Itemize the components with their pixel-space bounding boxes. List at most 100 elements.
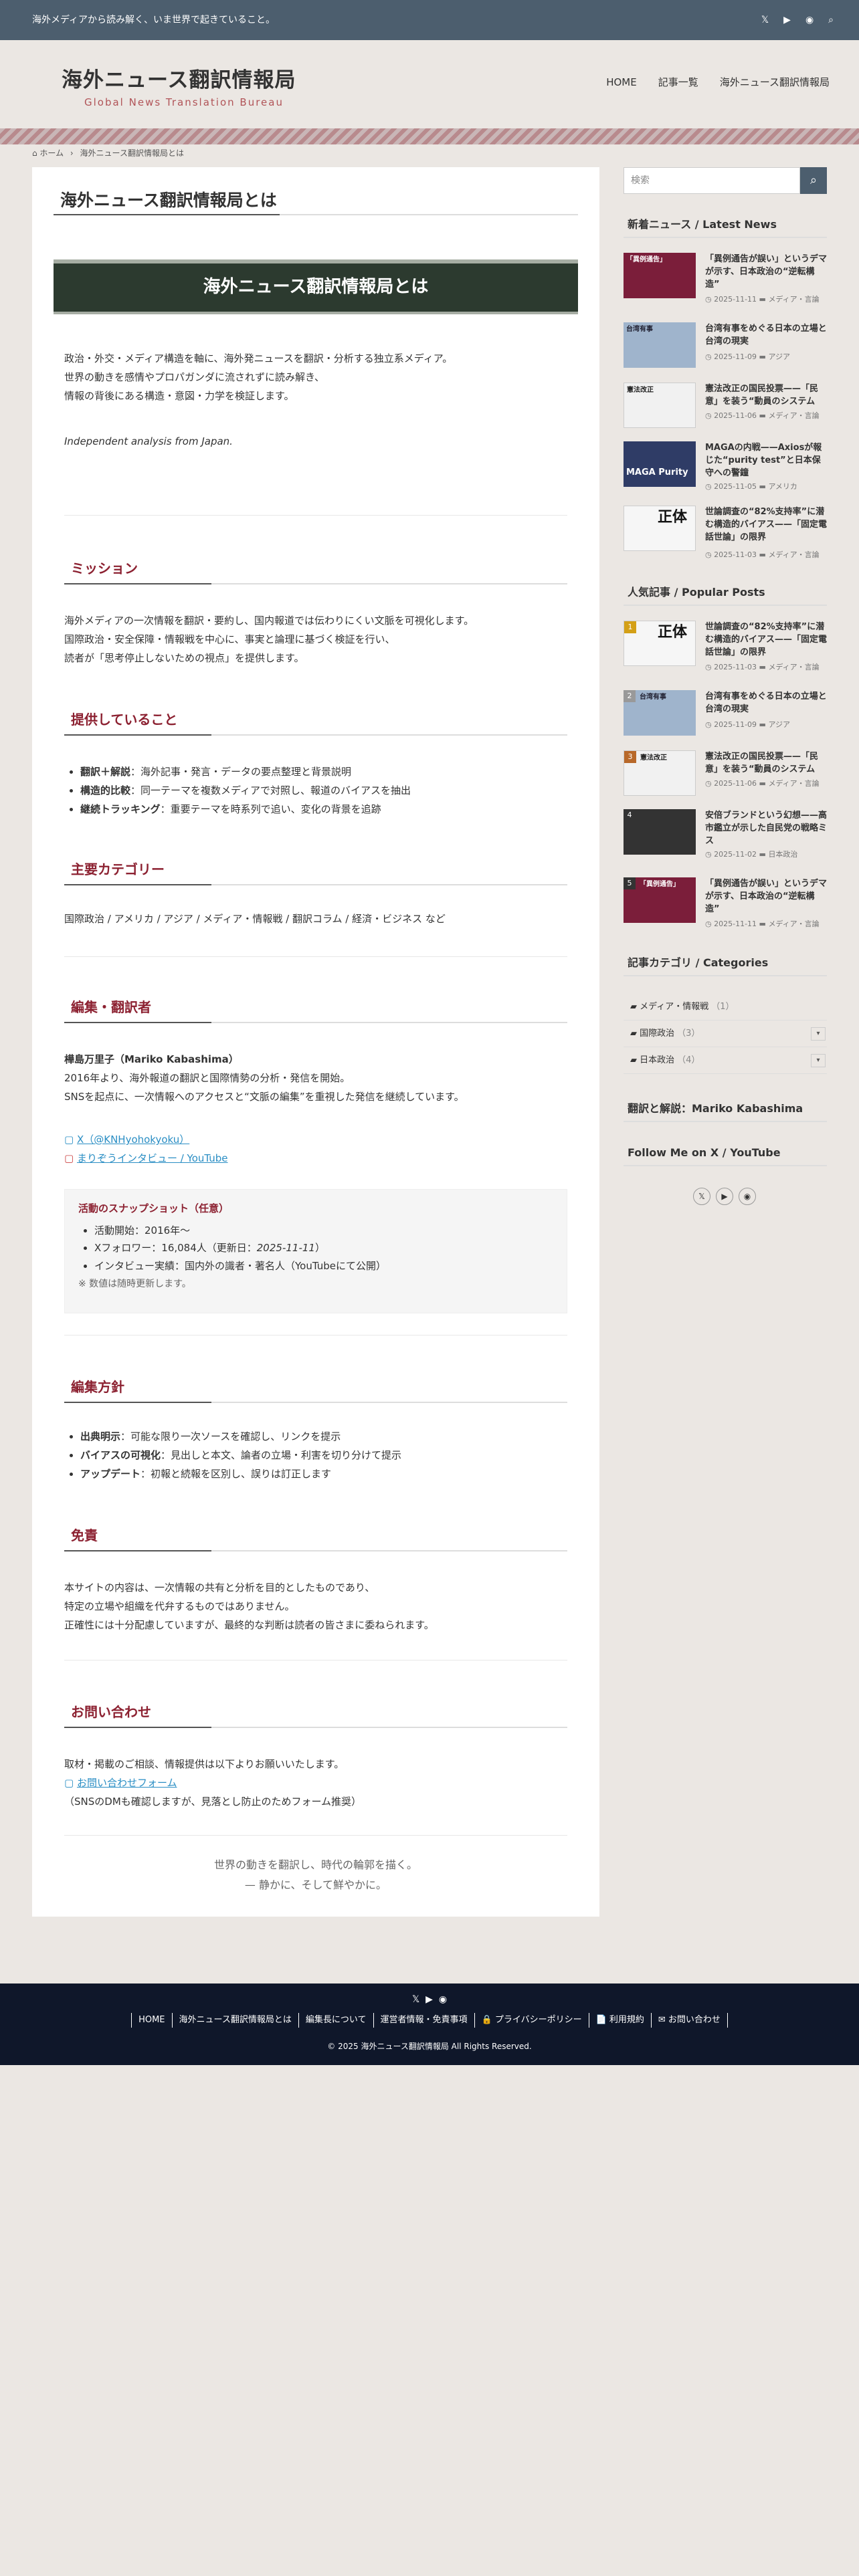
nav-articles[interactable]: 記事一覧 [658, 74, 698, 91]
popular-post[interactable]: 1 正体 世論調査の“82%支持率”に潜む構造的バイアス——「固定電話世論」の限界… [624, 621, 827, 674]
editor-name: 樺島万里子（Mariko Kabashima） [64, 1053, 239, 1065]
post-title[interactable]: 世論調査の“82%支持率”に潜む構造的バイアス——「固定電話世論」の限界 [705, 506, 827, 544]
post-title[interactable]: 憲法改正の国民投票——「民意」を装う“動員のシステム [705, 750, 827, 776]
post-title[interactable]: 安倍ブランドという幻想——高市鑑立が示した自民党の戦略ミス [705, 809, 827, 847]
post-title[interactable]: 台湾有事をめぐる日本の立場と台湾の現実 [705, 690, 827, 716]
post-date: 2025-11-11 [714, 295, 757, 304]
post-thumbnail[interactable]: 2 台湾有事 [624, 690, 696, 736]
post-meta: ◷ 2025-11-11 ▬ メディア・言論 [705, 920, 820, 928]
latest-post[interactable]: MAGA Purity MAGAの内戦——Axiosが報じた“purity te… [624, 441, 827, 495]
nav-home[interactable]: HOME [606, 74, 637, 91]
post-title[interactable]: 台湾有事をめぐる日本の立場と台湾の現実 [705, 322, 827, 348]
top-bar-message: 海外メディアから読み解く、いま世界で起きていること。 [32, 15, 276, 25]
post-title[interactable]: 世論調査の“82%支持率”に潜む構造的バイアス——「固定電話世論」の限界 [705, 621, 827, 659]
popular-post[interactable]: 3 憲法改正 憲法改正の国民投票——「民意」を装う“動員のシステム ◷ 2025-… [624, 750, 827, 804]
post-thumbnail[interactable]: 3 憲法改正 [624, 750, 696, 796]
search-icon[interactable]: ⌕ [828, 12, 834, 28]
rank-badge: 5 [624, 877, 636, 889]
post-thumbnail[interactable]: 4 [624, 809, 696, 855]
profile-title: 翻訳と解説：Mariko Kabashima [624, 1097, 827, 1122]
latest-post[interactable]: 「異例通告」 「異例通告が誤い」というデマが示す、日本政治の“逆転構造” ◷ 2… [624, 253, 827, 306]
latest-post[interactable]: 台湾有事 台湾有事をめぐる日本の立場と台湾の現実 ◷ 2025-11-09 ▬ … [624, 322, 827, 376]
footer-link[interactable]: 海外ニュース翻訳情報局とは [171, 2013, 298, 2028]
chevron-down-icon[interactable]: ▾ [811, 1054, 826, 1067]
post-category: メディア・言論 [768, 295, 820, 304]
youtube-icon[interactable]: ▶ [716, 1188, 733, 1205]
youtube-icon[interactable]: ▶ [783, 12, 791, 28]
list-item: 出典明示：可能な限り一次ソースを確認し、リンクを提示 [80, 1427, 567, 1446]
footer-link[interactable]: HOME [131, 2013, 171, 2028]
footer-link[interactable]: 🔒 プライバシーポリシー [474, 2013, 589, 2028]
popular-post[interactable]: 2 台湾有事 台湾有事をめぐる日本の立場と台湾の現実 ◷ 2025-11-09 ▬… [624, 690, 827, 744]
post-thumbnail[interactable]: 1 正体 [624, 621, 696, 666]
youtube-link[interactable]: まりぞうインタビュー / YouTube [77, 1152, 228, 1164]
category-item[interactable]: ▰ 日本政治 （4） ▾ [624, 1047, 827, 1074]
footer-link[interactable]: 編集長について [298, 2013, 373, 2028]
site-footer: 𝕏 ▶ ◉ HOME 海外ニュース翻訳情報局とは 編集長について 運営者情報・免… [0, 1983, 859, 2065]
mission-heading: ミッション [64, 552, 567, 584]
search-input[interactable]: 検索 [624, 167, 800, 194]
contact-form-link[interactable]: お問い合わせフォーム [77, 1777, 177, 1789]
rss-icon[interactable]: ◉ [739, 1188, 756, 1205]
nav-about[interactable]: 海外ニュース翻訳情報局 [720, 74, 830, 91]
search-button[interactable]: ⌕ [800, 167, 827, 194]
thumbnail-text: 正体 [658, 509, 688, 526]
x-icon[interactable]: 𝕏 [693, 1188, 710, 1205]
popular-post[interactable]: 5 「異例通告」 「異例通告が誤い」というデマが示す、日本政治の“逆転構造” ◷ … [624, 877, 827, 931]
site-title[interactable]: 海外ニュース翻訳情報局 [62, 67, 296, 94]
list-item: 活動開始：2016年〜 [94, 1222, 553, 1239]
offer-bold: 構造的比較 [80, 784, 131, 796]
post-category: メディア・言論 [768, 663, 820, 671]
post-title[interactable]: 憲法改正の国民投票——「民意」を装う“動員のシステム [705, 383, 827, 408]
category-name[interactable]: 国際政治 [640, 1029, 674, 1039]
post-title[interactable]: 「異例通告が誤い」というデマが示す、日本政治の“逆転構造” [705, 877, 827, 916]
snapshot-title: 活動のスナップショット（任意） [78, 1202, 229, 1214]
rss-icon[interactable]: ◉ [439, 1994, 447, 2005]
disclaimer-line: 正確性には十分配慮していますが、最終的な判断は読者の皆さまに委ねられます。 [64, 1619, 434, 1631]
category-item[interactable]: ▰ メディア・情報戦 （1） [624, 994, 827, 1021]
rank-badge: 4 [624, 809, 636, 821]
x-icon[interactable]: 𝕏 [412, 1994, 419, 2005]
offer-heading: 提供していること [64, 704, 567, 736]
intro-line: 政治・外交・メディア構造を軸に、海外発ニュースを翻訳・分析する独立系メディア。 [64, 352, 453, 364]
offer-bold: 翻訳＋解説 [80, 766, 131, 778]
post-date: 2025-11-06 [714, 411, 757, 420]
post-category: メディア・言論 [768, 920, 820, 928]
category-item[interactable]: ▰ 国際政治 （3） ▾ [624, 1021, 827, 1047]
category-name[interactable]: 日本政治 [640, 1055, 674, 1065]
footer-link[interactable]: ✉ お問い合わせ [650, 2013, 728, 2028]
post-thumbnail[interactable]: 5 「異例通告」 [624, 877, 696, 923]
header-stripe [0, 128, 859, 144]
rss-icon[interactable]: ◉ [805, 12, 814, 28]
footer-link[interactable]: 📄 利用規約 [588, 2013, 651, 2028]
chevron-down-icon[interactable]: ▾ [811, 1027, 826, 1041]
snapshot-note: ※ 数値は随時更新します。 [78, 1278, 191, 1289]
list-item: バイアスの可視化：見出しと本文、論者の立場・利害を切り分けて提示 [80, 1446, 567, 1465]
intro-line: 情報の背後にある構造・意図・力学を検証します。 [64, 390, 294, 402]
page-title: 海外ニュース翻訳情報局とは [54, 187, 578, 215]
post-title[interactable]: MAGAの内戦——Axiosが報じた“purity test”と日本保守への警鐘 [705, 441, 827, 479]
policy-text: ：可能な限り一次ソースを確認し、リンクを提示 [120, 1430, 341, 1442]
popular-post[interactable]: 4 安倍ブランドという幻想——高市鑑立が示した自民党の戦略ミス ◷ 2025-1… [624, 809, 827, 863]
post-title[interactable]: 「異例通告が誤い」というデマが示す、日本政治の“逆転構造” [705, 253, 827, 291]
breadcrumb-home[interactable]: ⌂ ホーム [32, 148, 64, 158]
post-thumbnail[interactable]: MAGA Purity [624, 441, 696, 487]
post-thumbnail[interactable]: 「異例通告」 [624, 253, 696, 298]
x-link[interactable]: X（@KNHyohokyoku） [77, 1134, 189, 1146]
site-subtitle: Global News Translation Bureau [84, 96, 284, 108]
search-form: 検索 ⌕ [624, 167, 827, 194]
x-icon[interactable]: 𝕏 [761, 12, 769, 28]
footer-link[interactable]: 運営者情報・免責事項 [373, 2013, 474, 2028]
post-thumbnail[interactable]: 憲法改正 [624, 383, 696, 428]
youtube-icon[interactable]: ▶ [425, 1994, 433, 2005]
latest-post[interactable]: 憲法改正 憲法改正の国民投票——「民意」を装う“動員のシステム ◷ 2025-1… [624, 383, 827, 436]
post-thumbnail[interactable]: 台湾有事 [624, 322, 696, 368]
offer-text: ：重要テーマを時系列で追い、変化の背景を追跡 [160, 803, 381, 815]
category-name[interactable]: メディア・情報戦 [640, 1002, 708, 1012]
mission-line: 国際政治・安全保障・情報戦を中心に、事実と論理に基づく検証を行い、 [64, 633, 395, 645]
post-thumbnail[interactable]: 正体 [624, 506, 696, 551]
latest-post[interactable]: 正体 世論調査の“82%支持率”に潜む構造的バイアス——「固定電話世論」の限界 … [624, 506, 827, 559]
policy-text: ：初報と続報を区別し、誤りは訂正します [140, 1468, 332, 1480]
copyright: © 2025 海外ニュース翻訳情報局 All Rights Reserved. [327, 2042, 532, 2051]
divider [64, 1835, 567, 1836]
